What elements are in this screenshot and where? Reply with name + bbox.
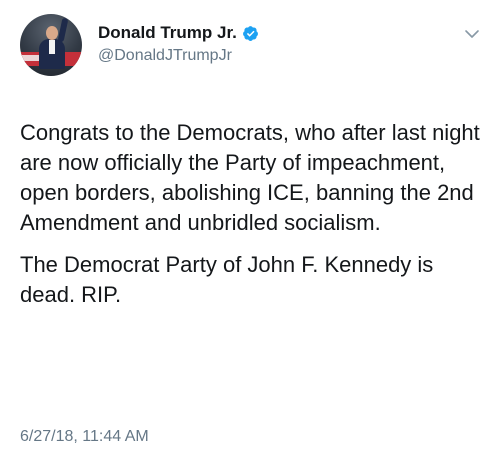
avatar-head-shape — [46, 26, 58, 40]
avatar-arm-shape — [57, 17, 69, 43]
tweet-paragraph-1: Congrats to the Democrats, who after las… — [20, 120, 480, 235]
author-display-name[interactable]: Donald Trump Jr. — [98, 23, 237, 43]
tweet-header: Donald Trump Jr. @DonaldJTrumpJr — [20, 12, 480, 82]
author-handle[interactable]: @DonaldJTrumpJr — [98, 47, 259, 65]
tweet-paragraph-2: The Democrat Party of John F. Kennedy is… — [20, 252, 434, 307]
tweet-timestamp[interactable]: 6/27/18, 11:44 AM — [20, 428, 149, 446]
avatar[interactable] — [20, 14, 82, 76]
author-info[interactable]: Donald Trump Jr. @DonaldJTrumpJr — [98, 22, 259, 65]
tweet-text: Congrats to the Democrats, who after las… — [20, 118, 485, 310]
verified-badge-icon — [242, 25, 258, 41]
chevron-down-icon[interactable] — [464, 26, 480, 42]
author-name-row: Donald Trump Jr. — [98, 22, 259, 44]
avatar-shirt-shape — [49, 40, 55, 54]
tweet-card: Donald Trump Jr. @DonaldJTrumpJr Congrat… — [0, 0, 500, 459]
